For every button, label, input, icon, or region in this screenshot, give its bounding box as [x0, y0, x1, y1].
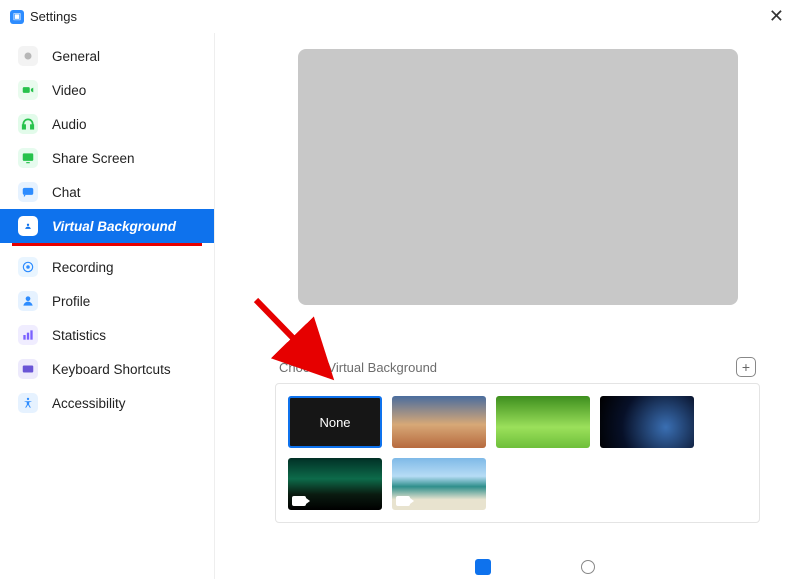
sidebar-item-video[interactable]: Video [0, 73, 214, 107]
close-icon[interactable]: ✕ [763, 4, 790, 29]
headphones-icon [18, 114, 38, 134]
checkbox-checked[interactable] [475, 559, 491, 575]
choose-background-label: Choose Virtual Background [279, 360, 437, 375]
add-background-button[interactable]: + [736, 357, 756, 377]
window-title: Settings [30, 9, 77, 24]
video-icon [18, 80, 38, 100]
sidebar-item-label: General [52, 49, 100, 64]
sidebar-item-label: Audio [52, 117, 87, 132]
background-thumb-bridge[interactable] [392, 396, 486, 448]
share-screen-icon [18, 148, 38, 168]
sidebar-item-profile[interactable]: Profile [0, 284, 214, 318]
sidebar-item-chat[interactable]: Chat [0, 175, 214, 209]
background-grid: None [275, 383, 760, 523]
sidebar-item-virtual-background[interactable]: Virtual Background [0, 209, 214, 243]
keyboard-icon [18, 359, 38, 379]
app-icon: ▣ [10, 10, 24, 24]
sidebar-item-statistics[interactable]: Statistics [0, 318, 214, 352]
settings-sidebar: General Video Audio Share Screen Chat [0, 33, 215, 579]
annotation-underline [12, 243, 202, 246]
radio-unchecked[interactable] [581, 560, 595, 574]
background-thumb-grass[interactable] [496, 396, 590, 448]
statistics-icon [18, 325, 38, 345]
thumb-none-label: None [319, 415, 350, 430]
sidebar-item-accessibility[interactable]: Accessibility [0, 386, 214, 420]
video-badge-icon [396, 496, 410, 506]
sidebar-item-label: Video [52, 83, 86, 98]
settings-main: Choose Virtual Background + None [215, 33, 800, 579]
accessibility-icon [18, 393, 38, 413]
gear-icon [18, 46, 38, 66]
video-badge-icon [292, 496, 306, 506]
plus-icon: + [742, 360, 750, 374]
sidebar-item-label: Recording [52, 260, 114, 275]
video-preview [298, 49, 738, 305]
profile-icon [18, 291, 38, 311]
sidebar-item-label: Keyboard Shortcuts [52, 362, 171, 377]
sidebar-item-label: Statistics [52, 328, 106, 343]
titlebar: ▣ Settings ✕ [0, 0, 800, 33]
background-thumb-beach[interactable] [392, 458, 486, 510]
background-thumb-earth[interactable] [600, 396, 694, 448]
record-icon [18, 257, 38, 277]
sidebar-item-label: Chat [52, 185, 81, 200]
sidebar-item-keyboard-shortcuts[interactable]: Keyboard Shortcuts [0, 352, 214, 386]
chat-icon [18, 182, 38, 202]
background-thumb-none[interactable]: None [288, 396, 382, 448]
sidebar-item-audio[interactable]: Audio [0, 107, 214, 141]
sidebar-item-share-screen[interactable]: Share Screen [0, 141, 214, 175]
sidebar-item-label: Virtual Background [52, 219, 176, 234]
sidebar-item-label: Share Screen [52, 151, 135, 166]
sidebar-item-general[interactable]: General [0, 39, 214, 73]
cutoff-options-row [475, 555, 595, 579]
sidebar-item-recording[interactable]: Recording [0, 250, 214, 284]
sidebar-item-label: Accessibility [52, 396, 126, 411]
background-thumb-aurora[interactable] [288, 458, 382, 510]
virtual-background-icon [18, 216, 38, 236]
sidebar-item-label: Profile [52, 294, 90, 309]
